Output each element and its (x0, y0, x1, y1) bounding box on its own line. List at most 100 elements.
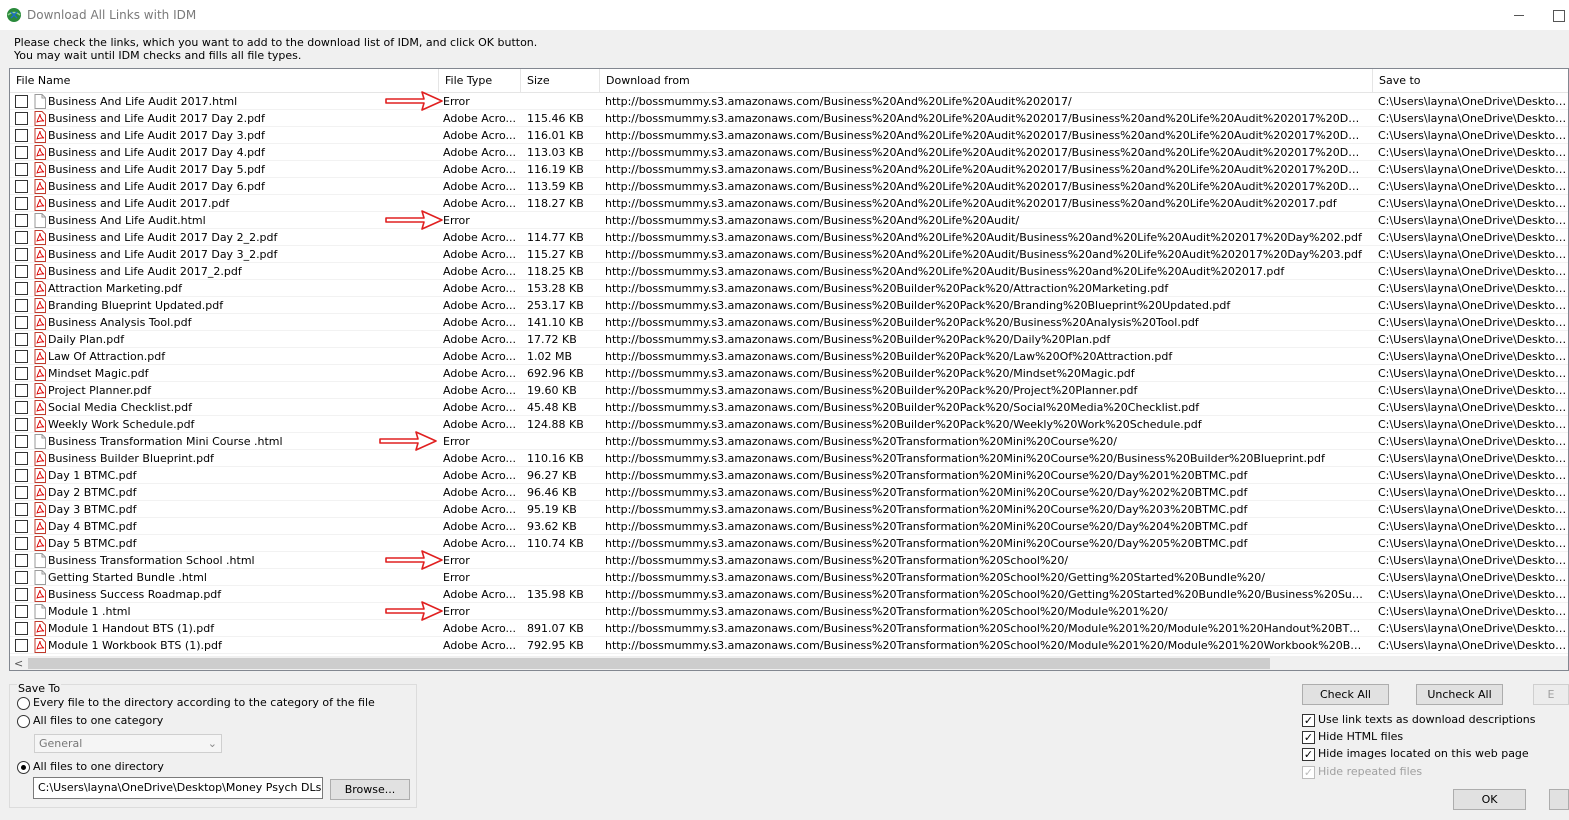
row-checkbox[interactable] (15, 588, 28, 601)
row-checkbox[interactable] (15, 520, 28, 533)
row-checkbox[interactable] (15, 537, 28, 550)
table-row[interactable]: Law Of Attraction.pdf Adobe Acro... 1.02 M… (10, 348, 1568, 365)
table-row[interactable]: Attraction Marketing.pdf Adobe Acro... 153… (10, 280, 1568, 297)
table-row[interactable]: Social Media Checklist.pdf Adobe Acro... 4… (10, 399, 1568, 416)
table-row[interactable]: Business and Life Audit 2017 Day 5.pdf Ad… (10, 161, 1568, 178)
table-row[interactable]: Business Builder Blueprint.pdf Adobe Acro… (10, 450, 1568, 467)
row-checkbox[interactable] (15, 367, 28, 380)
row-checkbox[interactable] (15, 639, 28, 652)
check-all-button[interactable]: Check All (1302, 684, 1389, 705)
row-checkbox[interactable] (15, 197, 28, 210)
radio-one-directory-label: All files to one directory (33, 760, 164, 773)
column-header-file-name[interactable]: File Name (10, 69, 439, 93)
row-checkbox[interactable] (15, 214, 28, 227)
table-row[interactable]: Business and Life Audit 2017 Day 4.pdf Ad… (10, 144, 1568, 161)
table-row[interactable]: Business and Life Audit 2017 Day 2.pdf Ad… (10, 110, 1568, 127)
column-header-download-from[interactable]: Download from (600, 69, 1373, 93)
links-list[interactable]: File Name File Type Size Download from S… (9, 68, 1569, 671)
table-row[interactable]: Weekly Work Schedule.pdf Adobe Acro... 124… (10, 416, 1568, 433)
maximize-button[interactable] (1545, 0, 1569, 30)
row-checkbox[interactable] (15, 486, 28, 499)
hide-images-checkbox[interactable]: ✓ (1302, 748, 1315, 761)
row-checkbox[interactable] (15, 571, 28, 584)
file-type-cell: Adobe Acro... (443, 299, 516, 312)
table-row[interactable]: Daily Plan.pdf Adobe Acro... 17.72 KB http:… (10, 331, 1568, 348)
row-checkbox[interactable] (15, 350, 28, 363)
row-checkbox[interactable] (15, 622, 28, 635)
row-checkbox[interactable] (15, 129, 28, 142)
row-checkbox[interactable] (15, 163, 28, 176)
file-name-cell: Module 1 Handout BTS (1).pdf (48, 622, 215, 635)
row-checkbox[interactable] (15, 418, 28, 431)
table-row[interactable]: Business Analysis Tool.pdf Adobe Acro... 1… (10, 314, 1568, 331)
table-row[interactable]: Business and Life Audit 2017 Day 3.pdf Ad… (10, 127, 1568, 144)
row-checkbox[interactable] (15, 333, 28, 346)
pdf-file-icon (34, 400, 46, 415)
row-checkbox[interactable] (15, 316, 28, 329)
table-row[interactable]: Getting Started Bundle .html Error http://… (10, 569, 1568, 586)
row-checkbox[interactable] (15, 384, 28, 397)
column-header-save-to[interactable]: Save to (1373, 69, 1568, 93)
row-checkbox[interactable] (15, 503, 28, 516)
table-row[interactable]: Module 1 Workbook BTS (1).pdf Adobe Acro.… (10, 637, 1568, 654)
row-checkbox[interactable] (15, 554, 28, 567)
table-row[interactable]: Day 4 BTMC.pdf Adobe Acro... 93.62 KB http:… (10, 518, 1568, 535)
hide-html-checkbox[interactable]: ✓ (1302, 731, 1315, 744)
horizontal-scrollbar[interactable]: < (10, 656, 1568, 670)
ok-button[interactable]: OK (1453, 789, 1526, 810)
row-checkbox[interactable] (15, 605, 28, 618)
uncheck-all-button[interactable]: Uncheck All (1416, 684, 1503, 705)
row-checkbox[interactable] (15, 180, 28, 193)
radio-category-directory-button[interactable] (17, 697, 30, 710)
file-name-cell: Day 4 BTMC.pdf (48, 520, 137, 533)
column-header-file-type[interactable]: File Type (439, 69, 521, 93)
row-checkbox[interactable] (15, 112, 28, 125)
file-type-cell: Adobe Acro... (443, 163, 516, 176)
table-row[interactable]: Day 3 BTMC.pdf Adobe Acro... 95.19 KB http:… (10, 501, 1568, 518)
table-row[interactable]: Business And Life Audit 2017.html Error ht… (10, 93, 1568, 110)
row-checkbox[interactable] (15, 452, 28, 465)
row-checkbox[interactable] (15, 435, 28, 448)
use-link-texts-checkbox[interactable]: ✓ (1302, 714, 1315, 727)
table-row[interactable]: Project Planner.pdf Adobe Acro... 19.60 KB… (10, 382, 1568, 399)
table-row[interactable]: Business Success Roadmap.pdf Adobe Acro..… (10, 586, 1568, 603)
edit-button[interactable]: E (1533, 684, 1569, 705)
row-checkbox[interactable] (15, 401, 28, 414)
column-header-size[interactable]: Size (521, 69, 600, 93)
row-checkbox[interactable] (15, 299, 28, 312)
table-row[interactable]: Module 1 .html Error http://bossmummy.s3.a… (10, 603, 1568, 620)
minimize-button[interactable] (1500, 0, 1536, 30)
category-select-value: General (39, 737, 83, 750)
row-checkbox[interactable] (15, 95, 28, 108)
table-row[interactable]: Business and Life Audit 2017_2.pdf Adobe … (10, 263, 1568, 280)
table-row[interactable]: Mindset Magic.pdf Adobe Acro... 692.96 KB h… (10, 365, 1568, 382)
cancel-button[interactable] (1549, 789, 1569, 810)
pdf-file-icon (34, 128, 46, 143)
table-row[interactable]: Business Transformation Mini Course .htm… (10, 433, 1568, 450)
table-row[interactable]: Day 5 BTMC.pdf Adobe Acro... 110.74 KB http… (10, 535, 1568, 552)
table-row[interactable]: Business and Life Audit 2017 Day 3_2.pdf… (10, 246, 1568, 263)
radio-one-category-button[interactable] (17, 715, 30, 728)
table-row[interactable]: Branding Blueprint Updated.pdf Adobe Acro… (10, 297, 1568, 314)
browse-button[interactable]: Browse... (330, 779, 410, 800)
table-row[interactable]: Business and Life Audit 2017 Day 2_2.pdf… (10, 229, 1568, 246)
table-row[interactable]: Module 1 Handout BTS (1).pdf Adobe Acro..… (10, 620, 1568, 637)
table-row[interactable]: Business And Life Audit.html Error http://… (10, 212, 1568, 229)
radio-one-directory-button[interactable] (17, 761, 30, 774)
file-size-cell (527, 603, 599, 620)
row-checkbox[interactable] (15, 146, 28, 159)
scrollbar-thumb[interactable] (28, 658, 1270, 669)
row-checkbox[interactable] (15, 282, 28, 295)
row-checkbox[interactable] (15, 265, 28, 278)
table-row[interactable]: Business and Life Audit 2017.pdf Adobe Ac… (10, 195, 1568, 212)
row-checkbox[interactable] (15, 231, 28, 244)
scroll-left-arrow-icon[interactable]: < (14, 656, 23, 670)
table-row[interactable]: Day 1 BTMC.pdf Adobe Acro... 96.27 KB http:… (10, 467, 1568, 484)
table-row[interactable]: Business and Life Audit 2017 Day 6.pdf Ad… (10, 178, 1568, 195)
table-row[interactable]: Business Transformation School .html Erro… (10, 552, 1568, 569)
radio-one-category-label: All files to one category (33, 714, 164, 727)
row-checkbox[interactable] (15, 248, 28, 261)
directory-input[interactable]: C:\Users\layna\OneDrive\Desktop\Money Ps… (33, 777, 323, 799)
table-row[interactable]: Day 2 BTMC.pdf Adobe Acro... 96.46 KB http:… (10, 484, 1568, 501)
row-checkbox[interactable] (15, 469, 28, 482)
